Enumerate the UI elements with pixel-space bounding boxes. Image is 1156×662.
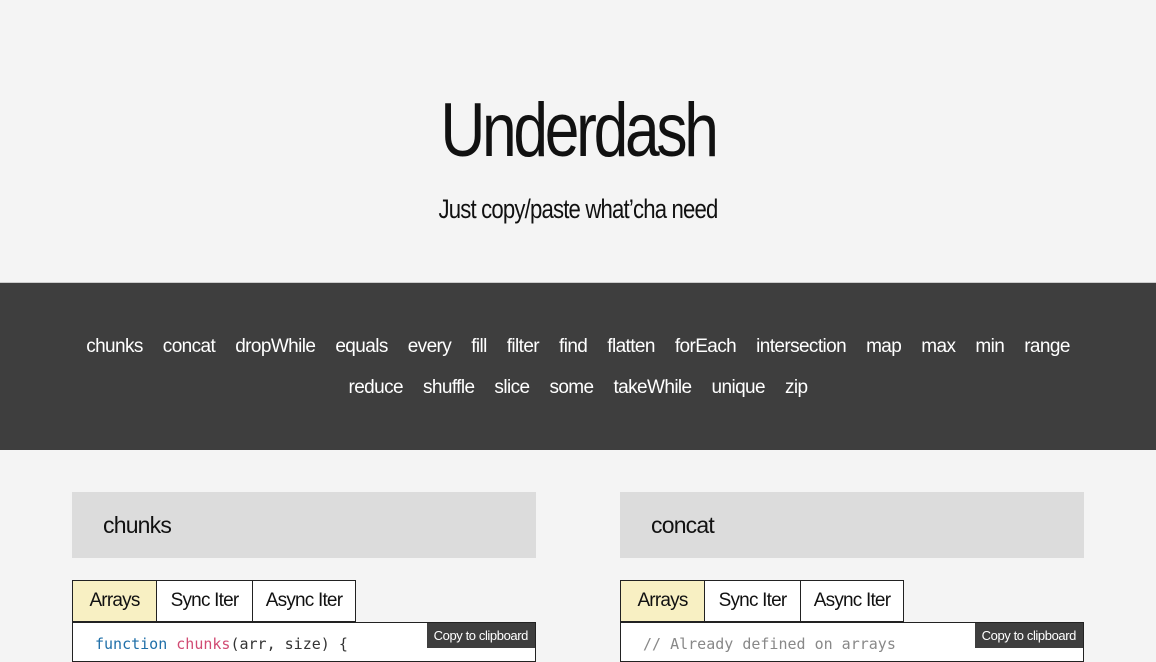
card-title: chunks (72, 492, 536, 558)
tab-arrays[interactable]: Arrays (72, 580, 156, 622)
nav-link-every[interactable]: every (398, 335, 461, 358)
tab-sync-iter[interactable]: Sync Iter (156, 580, 252, 622)
nav-link-dropWhile[interactable]: dropWhile (225, 335, 325, 358)
code-text: (arr, size) { (230, 635, 348, 653)
page-subtitle: Just copy/paste what’cha need (438, 194, 718, 224)
page-title: Underdash (440, 88, 719, 173)
nav-link-concat[interactable]: concat (153, 335, 225, 358)
nav-link-range[interactable]: range (1014, 335, 1080, 358)
tab-arrays[interactable]: Arrays (620, 580, 704, 622)
nav-link-unique[interactable]: unique (702, 376, 775, 399)
nav-link-shuffle[interactable]: shuffle (413, 376, 484, 399)
nav-link-filter[interactable]: filter (497, 335, 549, 358)
code-function-name: chunks (176, 635, 231, 653)
copy-to-clipboard-button[interactable]: Copy to clipboard (426, 623, 535, 648)
code-comment: // Already defined on arrays (643, 635, 896, 653)
nav-link-min[interactable]: min (965, 335, 1014, 358)
nav-link-find[interactable]: find (549, 335, 597, 358)
code-block: // Already defined on arrays Copy to cli… (620, 622, 1084, 662)
nav-link-flatten[interactable]: flatten (597, 335, 665, 358)
nav-link-intersection[interactable]: intersection (746, 335, 856, 358)
tab-async-iter[interactable]: Async Iter (800, 580, 904, 622)
nav-link-fill[interactable]: fill (461, 335, 497, 358)
nav-link-chunks[interactable]: chunks (76, 335, 153, 358)
copy-to-clipboard-button[interactable]: Copy to clipboard (974, 623, 1083, 648)
nav-link-map[interactable]: map (856, 335, 911, 358)
header: Underdash Just copy/paste what’cha need (0, 0, 1156, 283)
card-title: concat (620, 492, 1084, 558)
nav-link-max[interactable]: max (911, 335, 965, 358)
nav-link-forEach[interactable]: forEach (665, 335, 746, 358)
nav-link-zip[interactable]: zip (775, 376, 818, 399)
code-keyword: function (95, 635, 168, 653)
nav-link-equals[interactable]: equals (325, 335, 397, 358)
code-block: function chunks(arr, size) { Copy to cli… (72, 622, 536, 662)
tab-sync-iter[interactable]: Sync Iter (704, 580, 800, 622)
tab-async-iter[interactable]: Async Iter (252, 580, 356, 622)
card-chunks: chunks Arrays Sync Iter Async Iter funct… (72, 492, 536, 662)
nav-link-takeWhile[interactable]: takeWhile (604, 376, 702, 399)
card-concat: concat Arrays Sync Iter Async Iter // Al… (620, 492, 1084, 662)
nav-link-slice[interactable]: slice (484, 376, 539, 399)
nav-link-reduce[interactable]: reduce (338, 376, 413, 399)
nav-link-some[interactable]: some (539, 376, 603, 399)
function-nav: chunks concat dropWhile equals every fill filt… (0, 283, 1156, 450)
